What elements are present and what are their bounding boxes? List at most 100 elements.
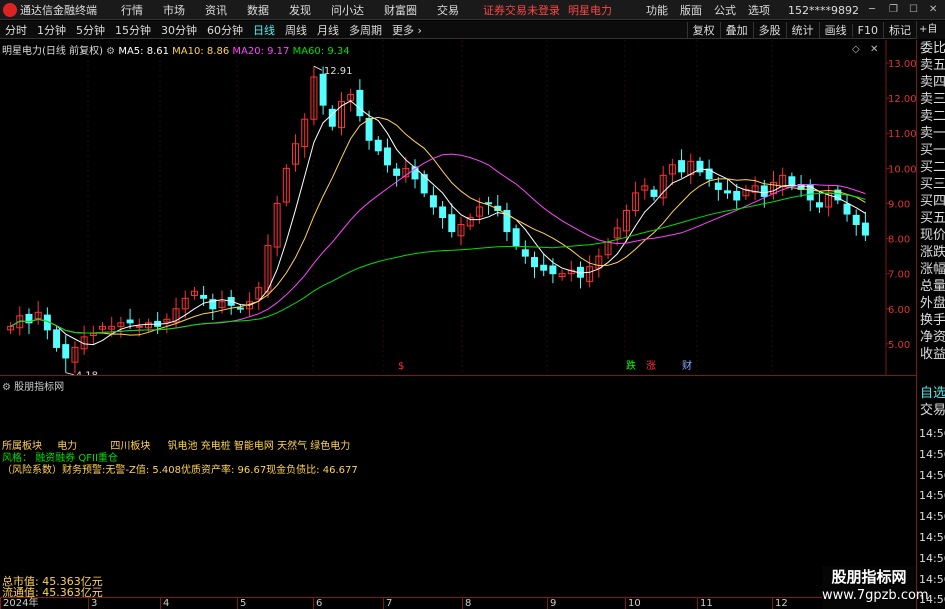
menu-item-data[interactable]: 数据	[237, 2, 279, 18]
minimize-icon[interactable]: ─	[869, 5, 881, 15]
ma20-line	[10, 153, 866, 334]
style-value: 融资融券 QFII重仓	[35, 453, 118, 464]
y-tick-label: 5.00	[888, 340, 910, 351]
menu-bar: 通达信金融终端 行情 市场 资讯 数据 发现 问小达 财富圈 交易 证券交易未登…	[0, 0, 945, 20]
quote-label: 卖三	[920, 92, 945, 107]
menu-item-market[interactable]: 市场	[153, 2, 195, 18]
candle-body	[760, 185, 768, 197]
date-axis: 2024年 3 4 5 6 7 8 9 10 11 12	[0, 597, 916, 609]
quote-label: 买四	[920, 194, 945, 209]
candle-body	[650, 189, 658, 197]
quote-side-panel: 委比 卖五 卖四 卖三 卖二 卖一 买一 买二 买三 买四 买五 现价 涨跌 涨幅 总量 外盘 换手 净资 收益 自…	[916, 40, 945, 609]
settings-icon[interactable]: ⚙	[2, 382, 11, 393]
tab-watchlist[interactable]: 自选	[917, 385, 945, 402]
date-tick: 10	[625, 598, 641, 609]
event-marker: $	[398, 361, 404, 372]
draw-line-button[interactable]: 画线	[818, 22, 852, 38]
menu-item-wealth[interactable]: 财富圈	[374, 2, 427, 18]
y-tick-label: 8.00	[888, 235, 910, 246]
menu-item-trade[interactable]: 交易	[427, 2, 469, 18]
period-intraday[interactable]: 分时	[0, 22, 32, 38]
period-5min[interactable]: 5分钟	[71, 22, 110, 38]
period-more-label: 更多	[392, 23, 414, 37]
menu-item-layout[interactable]: 版面	[674, 2, 708, 18]
menu-item-options[interactable]: 选项	[742, 2, 776, 18]
restore-icon[interactable]: ❐	[889, 5, 901, 15]
candle-body	[319, 73, 327, 106]
maximize-icon[interactable]: ☐	[909, 5, 921, 15]
f10-button[interactable]: F10	[851, 23, 883, 37]
tab-trade[interactable]: 交易	[917, 402, 945, 419]
menu-item-news[interactable]: 资讯	[195, 2, 237, 18]
ma60-label: MA60: 9.34	[292, 46, 350, 57]
candle-body	[852, 214, 860, 226]
period-60min[interactable]: 60分钟	[202, 22, 248, 38]
menu-item-formula[interactable]: 公式	[708, 2, 742, 18]
candle-body	[540, 264, 548, 271]
tick-time: 14:56	[919, 447, 945, 461]
candle-body	[724, 190, 732, 194]
y-tick-label: 11.00	[888, 129, 916, 140]
candle-body	[236, 307, 244, 310]
mark-button[interactable]: 标记	[883, 22, 916, 38]
period-daily[interactable]: 日线	[248, 22, 280, 38]
high-pointer	[313, 65, 323, 71]
menu-item-quotes[interactable]: 行情	[111, 2, 153, 18]
quote-label-list: 委比 卖五 卖四 卖三 卖二 卖一 买一 买二 买三 买四 买五 现价 涨跌 涨幅 总量 外盘 换手 净资 收益	[917, 40, 945, 363]
app-logo-icon	[3, 2, 17, 17]
tick-time: 14:56	[919, 489, 945, 503]
stock-info-block: 所属板块 电力 四川板块 钒电池 充电桩 智能电网 天然气 绿色电力 风格： 融…	[2, 441, 358, 477]
tick-time: 14:56	[919, 427, 945, 440]
multi-stock-button[interactable]: 多股	[752, 22, 786, 38]
ma-legend: 明星电力(日线 前复权) ⚙ MA5: 8.61 MA10: 8.86 MA20…	[2, 42, 350, 57]
ma20-label: MA20: 9.17	[232, 46, 290, 57]
quote-label: 卖五	[920, 58, 945, 73]
quote-label: 总量	[920, 279, 945, 294]
candle-body	[485, 202, 493, 205]
quote-label: 买二	[920, 160, 945, 175]
overlay-button[interactable]: 叠加	[719, 22, 753, 38]
quote-label: 卖二	[920, 109, 945, 124]
menu-item-functions[interactable]: 功能	[640, 2, 674, 18]
risk-line: （风险系数）财务预警:无警-Z值: 5.408优质资产率: 96.67现金负债比…	[2, 465, 358, 476]
close-icon[interactable]: ✕	[929, 5, 941, 15]
quote-label: 卖四	[920, 75, 945, 90]
menu-item-ask[interactable]: 问小达	[321, 2, 374, 18]
period-30min[interactable]: 30分钟	[156, 22, 202, 38]
period-multi[interactable]: 多周期	[344, 22, 387, 38]
candle-body	[356, 89, 364, 117]
sub-panel-header[interactable]: ⚙ 股朋指标网	[2, 378, 64, 393]
y-tick-label: 7.00	[888, 270, 910, 281]
date-tick: 7	[383, 598, 392, 609]
period-monthly[interactable]: 月线	[312, 22, 344, 38]
chart-stock-label: 明星电力(日线 前复权)	[2, 46, 103, 57]
date-tick: 3	[88, 598, 97, 609]
candle-body	[788, 176, 796, 187]
period-15min[interactable]: 15分钟	[110, 22, 156, 38]
user-id[interactable]: 152****9892	[788, 4, 859, 17]
candle-body	[429, 195, 437, 208]
candle-body	[448, 214, 456, 233]
add-watchlist-button[interactable]: +自选	[916, 21, 945, 53]
tick-time-list: 14:5614:5614:5614:5614:5614:5614:5614:56…	[917, 424, 945, 609]
candle-body	[439, 206, 447, 219]
candle-body	[521, 249, 529, 257]
period-1min[interactable]: 1分钟	[32, 22, 71, 38]
period-weekly[interactable]: 周线	[280, 22, 312, 38]
period-more[interactable]: 更多 ›	[387, 22, 427, 38]
tick-time: 14:56	[919, 530, 945, 544]
statistics-button[interactable]: 统计	[785, 22, 819, 38]
kline-chart[interactable]: 13.00 12.00 11.00 10.00 9.00 8.00 7.00 6.00 5.00…	[0, 40, 916, 376]
quote-label: 买一	[920, 143, 945, 158]
event-marker: 涨	[646, 360, 656, 372]
quote-label: 涨跌	[920, 245, 945, 260]
login-status[interactable]: 证券交易未登录	[483, 2, 560, 18]
menu-item-discover[interactable]: 发现	[279, 2, 321, 18]
settings-icon[interactable]: ⚙	[106, 46, 115, 57]
candle-body	[843, 203, 851, 215]
adjust-button[interactable]: 复权	[686, 22, 720, 38]
date-tick: 6	[313, 598, 322, 609]
date-tick: 12	[772, 598, 788, 609]
candle-body	[126, 319, 134, 324]
watermark-logo: 股朋指标网 www.7gpzb.com	[822, 566, 929, 609]
